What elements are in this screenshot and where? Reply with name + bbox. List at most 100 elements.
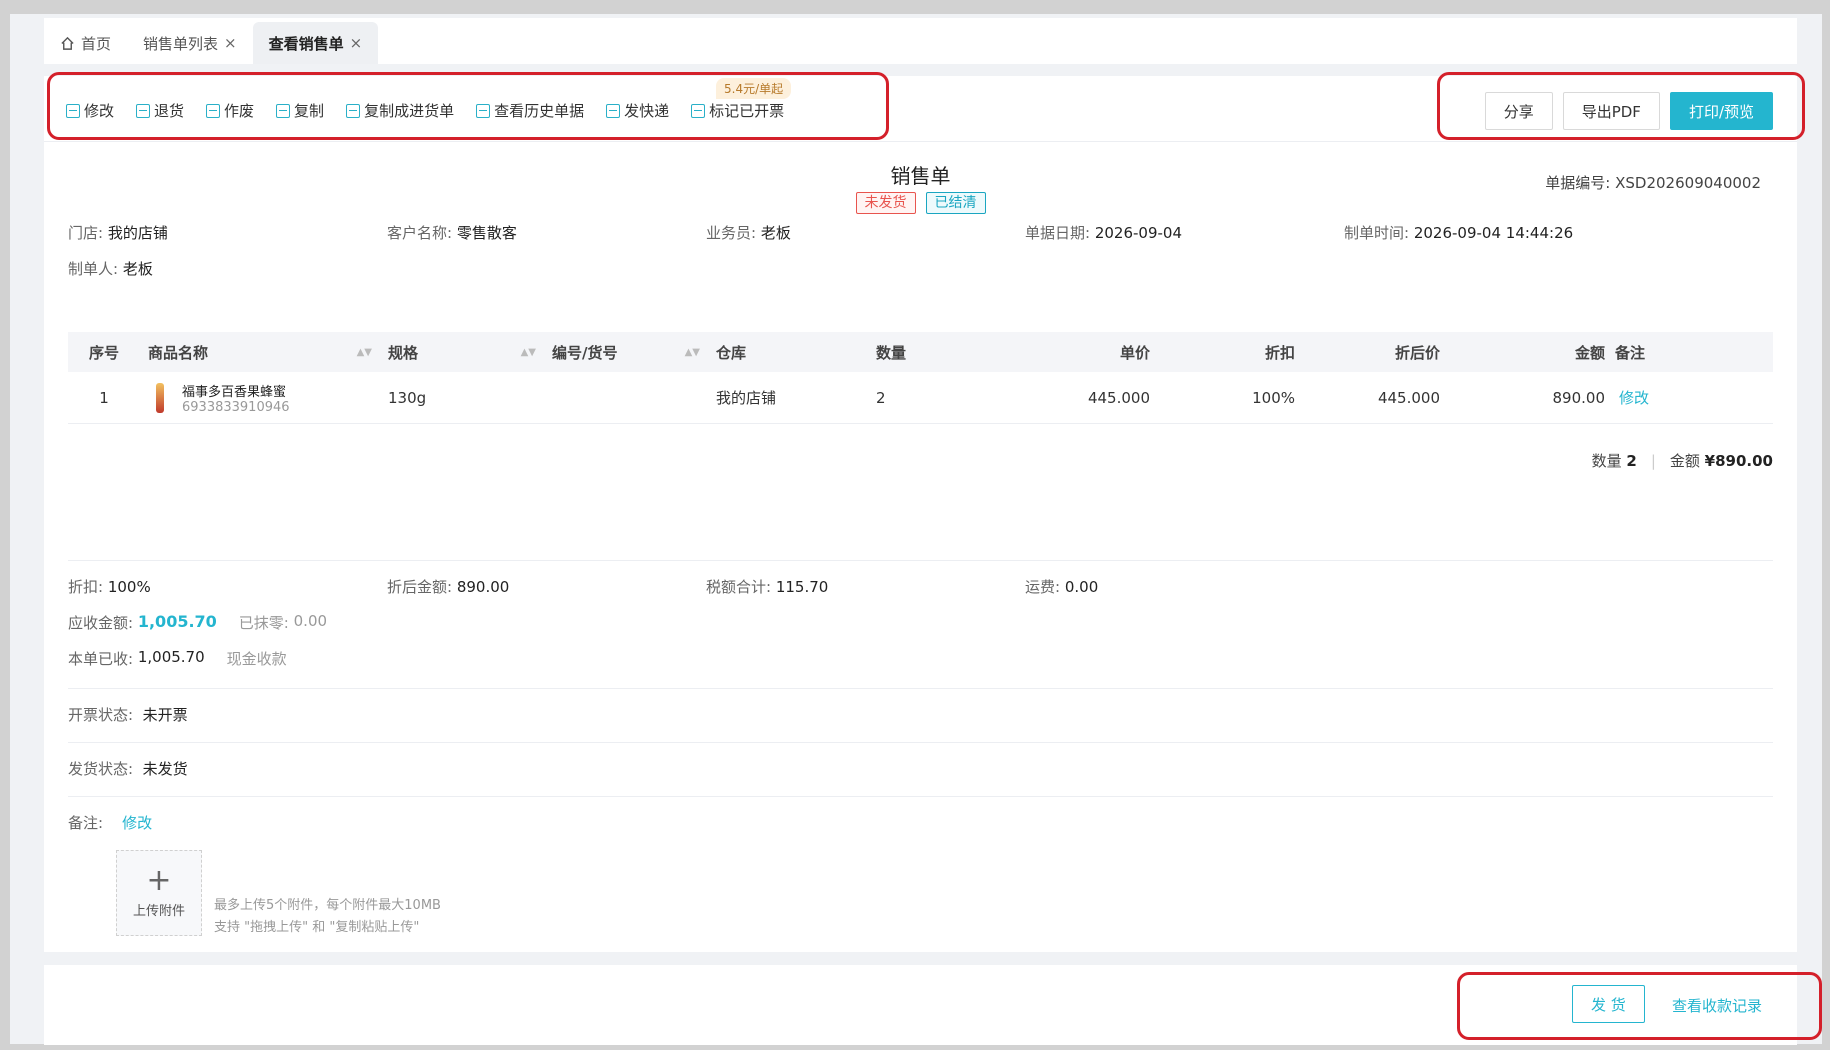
- invoice-icon: [691, 103, 706, 118]
- close-icon[interactable]: ×: [350, 34, 363, 52]
- edit-button[interactable]: 修改: [66, 100, 114, 121]
- label: 制单时间:: [1344, 224, 1410, 242]
- cell-name: 福事多百香果蜂蜜 6933833910946: [140, 381, 380, 415]
- created-field: 制单时间: 2026-09-04 14:44:26: [1344, 222, 1663, 243]
- pay-method: 现金收款: [226, 650, 287, 668]
- remark-edit-link[interactable]: 修改: [1619, 387, 1649, 408]
- cell-warehouse: 我的店铺: [716, 389, 777, 407]
- product-thumbnail: [156, 382, 164, 413]
- value: 2: [1626, 452, 1637, 470]
- writeoff-label: 已抹零:: [238, 614, 289, 632]
- tab-home[interactable]: 首页: [44, 22, 127, 64]
- col-name[interactable]: 商品名称 ▲▼: [140, 342, 380, 363]
- date-field: 单据日期: 2026-09-04: [1025, 222, 1344, 243]
- invoice-label: 开票状态:: [68, 706, 134, 724]
- shipping-row: 发货状态: 未发货: [68, 758, 188, 779]
- label: 折后金额:: [387, 578, 453, 596]
- edit-icon: [66, 103, 80, 118]
- writeoff-value: 0.00: [293, 612, 328, 630]
- upload-hint: 支持 "拖拽上传" 和 "复制粘贴上传": [214, 920, 420, 935]
- after-discount-field: 折后金额: 890.00: [387, 576, 706, 597]
- label: 客户名称:: [387, 224, 453, 242]
- label: 单据日期:: [1025, 224, 1091, 242]
- invoice-row: 开票状态: 未开票: [68, 704, 188, 725]
- ship-button[interactable]: 发 货: [1572, 985, 1645, 1023]
- mark-invoiced-label: 标记已开票: [709, 102, 785, 120]
- freight-field: 运费: 0.00: [1025, 576, 1344, 597]
- table-summary: 数量 2 | 金额 ¥890.00: [1592, 450, 1773, 471]
- mark-invoiced-button[interactable]: 标记已开票: [691, 100, 784, 121]
- value: ¥890.00: [1704, 452, 1773, 470]
- action-group: 修改 退货 作废 复制 复制成进货单 查看历史单据 发快递 标记已开票: [66, 100, 806, 121]
- express-button[interactable]: 发快递: [606, 100, 669, 121]
- status-badge: 已结清: [925, 192, 986, 214]
- upload-attachment-button[interactable]: + 上传附件: [116, 850, 202, 936]
- tab-sales-list[interactable]: 销售单列表 ×: [127, 22, 253, 64]
- sort-icon: ▲▼: [520, 346, 536, 358]
- close-icon[interactable]: ×: [224, 34, 237, 52]
- print-preview-button[interactable]: 打印/预览: [1669, 92, 1773, 130]
- received-row: 本单已收: 1,005.70 现金收款: [68, 648, 287, 669]
- separator: |: [1650, 451, 1656, 470]
- value: 老板: [760, 224, 791, 242]
- doc-number-label: 单据编号:: [1545, 174, 1611, 192]
- received-value: 1,005.70: [137, 648, 205, 666]
- receivable-label: 应收金额:: [68, 614, 134, 632]
- copy-button[interactable]: 复制: [276, 100, 324, 121]
- document-icon: [476, 103, 491, 118]
- void-button[interactable]: 作废: [206, 100, 254, 121]
- col-amount: 金额: [1574, 343, 1605, 362]
- totals-row: 折扣: 100% 折后金额: 890.00 税额合计: 115.70 运费: 0…: [68, 576, 1344, 597]
- tab-label: 查看销售单: [268, 34, 344, 53]
- value: 零售散客: [456, 224, 517, 242]
- label: 门店:: [68, 224, 104, 242]
- label: 税额合计:: [706, 578, 772, 596]
- plus-icon: +: [146, 862, 172, 898]
- view-payments-link[interactable]: 查看收款记录: [1672, 995, 1762, 1016]
- label: 制单人:: [68, 260, 119, 278]
- copy-label: 复制: [294, 102, 325, 120]
- bottom-bar: 发 货 查看收款记录: [44, 965, 1797, 1045]
- label: 运费:: [1025, 578, 1061, 596]
- customer-field: 客户名称: 零售散客: [387, 222, 706, 243]
- divider: [68, 560, 1773, 561]
- divider: [68, 688, 1773, 689]
- return-button[interactable]: 退货: [136, 100, 184, 121]
- tab-view-sales-order[interactable]: 查看销售单 ×: [252, 22, 379, 64]
- remark-edit-link[interactable]: 修改: [122, 812, 152, 833]
- items-table: 序号 商品名称 ▲▼ 规格 ▲▼ 编号/货号 ▲▼ 仓库 数量 单价 折扣 折后价 金…: [68, 332, 1773, 424]
- export-pdf-button[interactable]: 导出PDF: [1562, 92, 1660, 130]
- edit-label: 修改: [84, 102, 115, 120]
- col-remark: 备注: [1615, 343, 1646, 362]
- upload-label: 上传附件: [132, 903, 185, 919]
- col-price: 单价: [1119, 343, 1150, 362]
- header-label: 商品名称: [148, 343, 209, 362]
- product-info: 福事多百香果蜂蜜 6933833910946: [182, 381, 290, 415]
- col-code[interactable]: 编号/货号 ▲▼: [544, 342, 708, 363]
- value: 100%: [107, 578, 151, 596]
- shipping-value: 未发货: [142, 760, 188, 778]
- cell-price: 445.000: [1087, 388, 1150, 407]
- doc-number: 单据编号: XSD202609040002: [1545, 172, 1761, 193]
- qty-summary: 数量 2: [1592, 450, 1637, 471]
- value: 我的店铺: [107, 224, 168, 242]
- col-spec[interactable]: 规格 ▲▼: [380, 342, 544, 363]
- col-index: 序号: [88, 343, 119, 362]
- label: 金额: [1669, 452, 1700, 470]
- value: 0.00: [1064, 578, 1099, 596]
- tab-label: 首页: [81, 34, 112, 53]
- home-icon: [60, 36, 75, 51]
- copy-icon: [276, 103, 291, 118]
- void-icon: [206, 103, 221, 118]
- copy-to-purchase-button[interactable]: 复制成进货单: [346, 100, 454, 121]
- col-discount: 折扣: [1264, 343, 1295, 362]
- product-name: 福事多百香果蜂蜜: [182, 384, 287, 400]
- value: 890.00: [456, 578, 510, 596]
- received-label: 本单已收:: [68, 650, 134, 668]
- share-button[interactable]: 分享: [1484, 92, 1553, 130]
- col-disc-price: 折后价: [1394, 343, 1440, 362]
- sales-order-card: 5.4元/单起 修改 退货 作废 复制 复制成进货单 查看历史单据 发快递 标记…: [44, 76, 1797, 952]
- cell-spec: 130g: [388, 388, 427, 407]
- history-label: 查看历史单据: [494, 102, 585, 120]
- history-button[interactable]: 查看历史单据: [476, 100, 584, 121]
